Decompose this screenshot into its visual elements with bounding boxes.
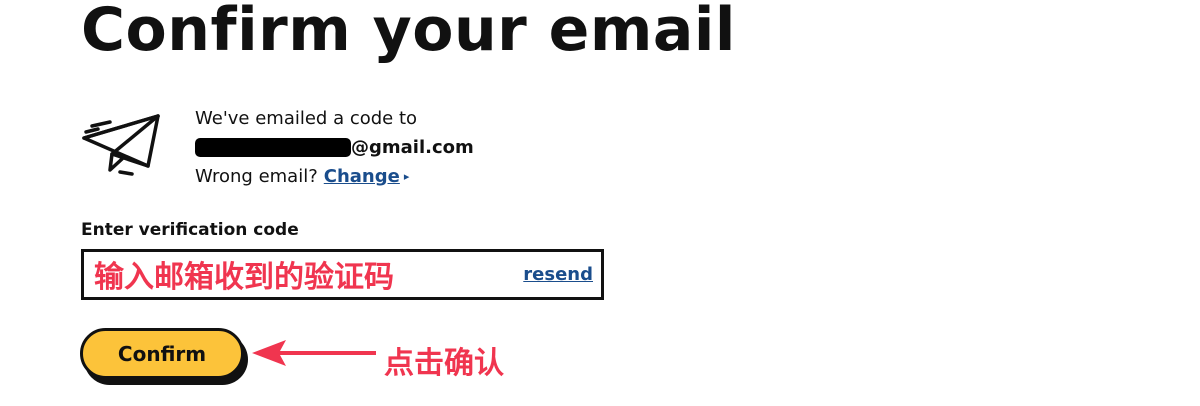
wrong-email-text: Wrong email? (195, 166, 318, 187)
verification-code-label: Enter verification code (81, 220, 299, 240)
arrow-left-icon (252, 340, 376, 366)
email-info: We've emailed a code to @gmail.com Wrong… (195, 104, 474, 191)
paper-plane-icon (82, 114, 160, 176)
email-address: @gmail.com (195, 133, 474, 162)
verification-code-box: resend (81, 249, 604, 300)
confirm-button[interactable]: Confirm (80, 328, 244, 379)
email-domain: @gmail.com (351, 137, 474, 158)
caret-right-icon: ▸ (403, 170, 410, 183)
confirm-email-page: Confirm your email We've emailed a code … (0, 0, 1200, 406)
email-intro: We've emailed a code to (195, 108, 418, 129)
change-email-label: Change (323, 166, 400, 187)
annotation-confirm-hint: 点击确认 (384, 346, 504, 381)
resend-link[interactable]: resend (523, 264, 593, 285)
wrong-email-row: Wrong email? Change ▸ (195, 162, 474, 191)
change-email-link[interactable]: Change ▸ (324, 162, 410, 191)
verification-code-input[interactable] (84, 252, 504, 297)
redacted-email-username (195, 138, 351, 157)
page-title: Confirm your email (81, 0, 736, 65)
